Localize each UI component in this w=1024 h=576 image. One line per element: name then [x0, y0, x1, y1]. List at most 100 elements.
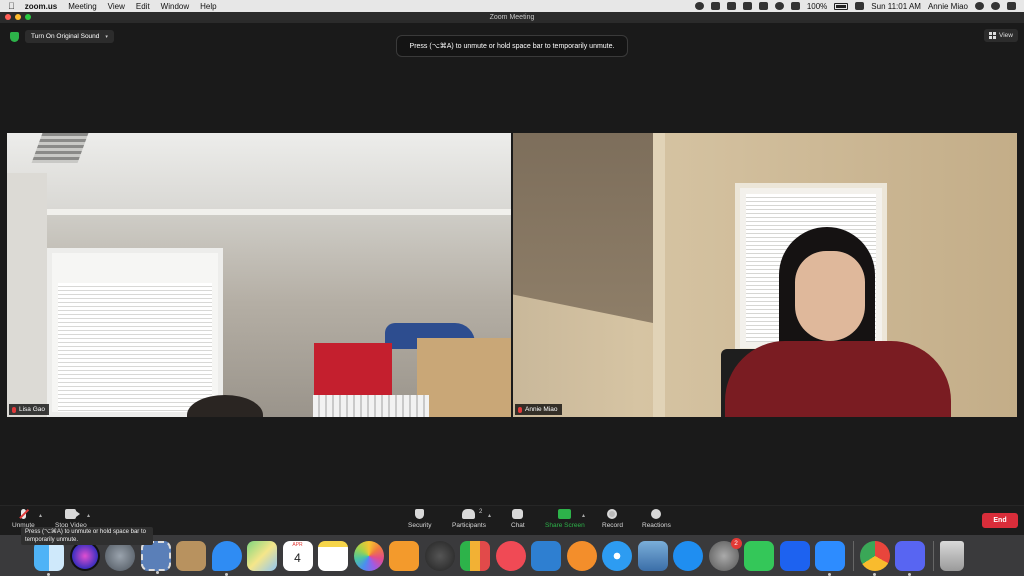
menu-help[interactable]: Help — [200, 2, 216, 11]
system-preferences-icon[interactable]: 2 — [708, 537, 742, 571]
fullscreen-window-button[interactable] — [25, 14, 31, 20]
dock-separator — [932, 540, 934, 571]
audio-options-chevron-icon[interactable]: ▴ — [39, 512, 42, 519]
pages-icon[interactable] — [389, 540, 419, 571]
record-label: Record — [602, 522, 623, 529]
dropbox-icon[interactable] — [779, 540, 810, 571]
video-tile-annie-miao[interactable]: Annie Miao — [513, 133, 1017, 417]
video-options-chevron-icon[interactable]: ▴ — [87, 512, 90, 519]
battery-percent: 100% — [806, 1, 828, 11]
video-scene — [417, 338, 511, 417]
participant-name: Lisa Gao — [19, 406, 46, 413]
video-scene — [7, 209, 511, 215]
launchpad-icon[interactable] — [105, 540, 135, 571]
participants-icon — [462, 509, 476, 519]
menu-edit[interactable]: Edit — [136, 2, 150, 11]
participants-label: Participants — [452, 522, 486, 529]
notification-center-icon[interactable] — [1007, 2, 1016, 10]
video-scene — [795, 251, 865, 341]
spotlight-search-icon[interactable] — [975, 2, 984, 10]
battery-icon[interactable] — [834, 2, 849, 10]
apple-menu-icon[interactable]:  — [8, 1, 15, 11]
news-icon[interactable] — [495, 540, 526, 571]
menu-view[interactable]: View — [108, 2, 125, 11]
books-icon[interactable] — [566, 540, 597, 571]
siri-icon[interactable] — [69, 540, 100, 571]
zoom-menubar-icon[interactable] — [726, 2, 736, 10]
siri-icon[interactable] — [991, 2, 1000, 10]
reactions-label: Reactions — [642, 522, 671, 529]
gmail-menubar-icon[interactable] — [742, 2, 752, 10]
participants-count: 2 — [479, 509, 483, 515]
end-label: End — [993, 517, 1007, 524]
messages-icon[interactable] — [211, 540, 242, 576]
chevron-down-icon[interactable]: ▾ — [105, 34, 108, 40]
dashboard-icon[interactable] — [424, 540, 455, 571]
preview-icon[interactable] — [637, 540, 668, 571]
mail-stamp-icon[interactable] — [140, 540, 171, 574]
participant-name: Annie Miao — [525, 406, 558, 413]
trash-icon[interactable] — [939, 540, 964, 571]
close-window-button[interactable] — [5, 14, 11, 20]
discord-icon[interactable] — [895, 540, 925, 576]
wifi-icon[interactable] — [774, 2, 784, 10]
dropbox-menubar-icon[interactable] — [710, 2, 720, 10]
video-scene — [314, 343, 392, 403]
original-sound-button[interactable]: Turn On Original Sound ▾ — [25, 30, 114, 43]
unmute-shortcut-tooltip: Press (⌥⌘A) to unmute or hold space bar … — [21, 527, 153, 545]
video-scene — [653, 133, 665, 417]
share-options-chevron-icon[interactable]: ▴ — [582, 512, 585, 519]
view-button[interactable]: View — [984, 29, 1018, 42]
muted-mic-icon — [518, 406, 522, 413]
photos-icon[interactable] — [353, 540, 384, 571]
original-sound-label: Turn On Original Sound — [31, 33, 100, 40]
chat-button[interactable]: Chat — [511, 509, 525, 529]
security-button[interactable]: Security — [408, 509, 431, 529]
volume-icon[interactable] — [790, 2, 800, 10]
minimize-window-button[interactable] — [15, 14, 21, 20]
menubar-clock[interactable]: Sun 11:01 AM — [871, 2, 921, 11]
video-scene — [513, 133, 653, 323]
share-screen-button[interactable]: Share Screen — [545, 509, 585, 529]
calendar-icon[interactable]: APR 4 — [282, 540, 313, 571]
menubar-user[interactable]: Annie Miao — [928, 2, 968, 11]
video-scene — [47, 248, 223, 417]
unmute-hint-text: Press (⌥⌘A) to unmute or hold space bar … — [409, 43, 615, 50]
stop-video-button[interactable]: Stop Video — [55, 509, 87, 529]
numbers-icon[interactable] — [460, 540, 490, 571]
unmute-hint-tooltip: Press (⌥⌘A) to unmute or hold space bar … — [396, 35, 628, 57]
end-meeting-button[interactable]: End — [982, 513, 1018, 528]
record-button[interactable]: Record — [602, 509, 623, 529]
shield-icon — [415, 509, 425, 519]
share-screen-label: Share Screen — [545, 522, 585, 529]
zoom-icon[interactable] — [815, 540, 845, 576]
chat-label: Chat — [511, 522, 525, 529]
unmute-button[interactable]: Unmute — [12, 509, 35, 529]
keynote-icon[interactable] — [531, 540, 561, 571]
security-label: Security — [408, 522, 432, 529]
finder-icon[interactable] — [34, 540, 64, 576]
window-controls — [5, 14, 31, 20]
view-label: View — [999, 32, 1013, 39]
participants-chevron-icon[interactable]: ▴ — [488, 512, 491, 519]
extension-menubar-icon[interactable] — [758, 2, 768, 10]
app-store-icon[interactable] — [673, 540, 703, 571]
chrome-icon[interactable] — [859, 540, 890, 576]
record-status-icon[interactable] — [694, 2, 704, 10]
macos-dock: APR 4 2 — [0, 535, 1024, 576]
menu-app-name[interactable]: zoom.us — [25, 2, 57, 11]
safari-icon[interactable] — [602, 540, 632, 571]
flag-icon[interactable] — [855, 2, 865, 10]
video-tile-lisa-gao[interactable]: Lisa Gao — [7, 133, 511, 417]
notes-icon[interactable] — [318, 540, 348, 571]
facetime-icon[interactable] — [744, 540, 774, 571]
macos-menubar:  zoom.us Meeting View Edit Window Help … — [0, 0, 1024, 12]
menu-window[interactable]: Window — [161, 2, 189, 11]
encryption-shield-icon[interactable] — [10, 31, 19, 42]
maps-icon[interactable] — [247, 540, 277, 571]
grid-icon — [989, 32, 997, 39]
contacts-icon[interactable] — [176, 540, 206, 571]
meeting-toolbar: Unmute ▴ Stop Video ▴ Security Participa… — [0, 505, 1024, 535]
menu-meeting[interactable]: Meeting — [68, 2, 96, 11]
reactions-button[interactable]: Reactions — [642, 509, 671, 529]
